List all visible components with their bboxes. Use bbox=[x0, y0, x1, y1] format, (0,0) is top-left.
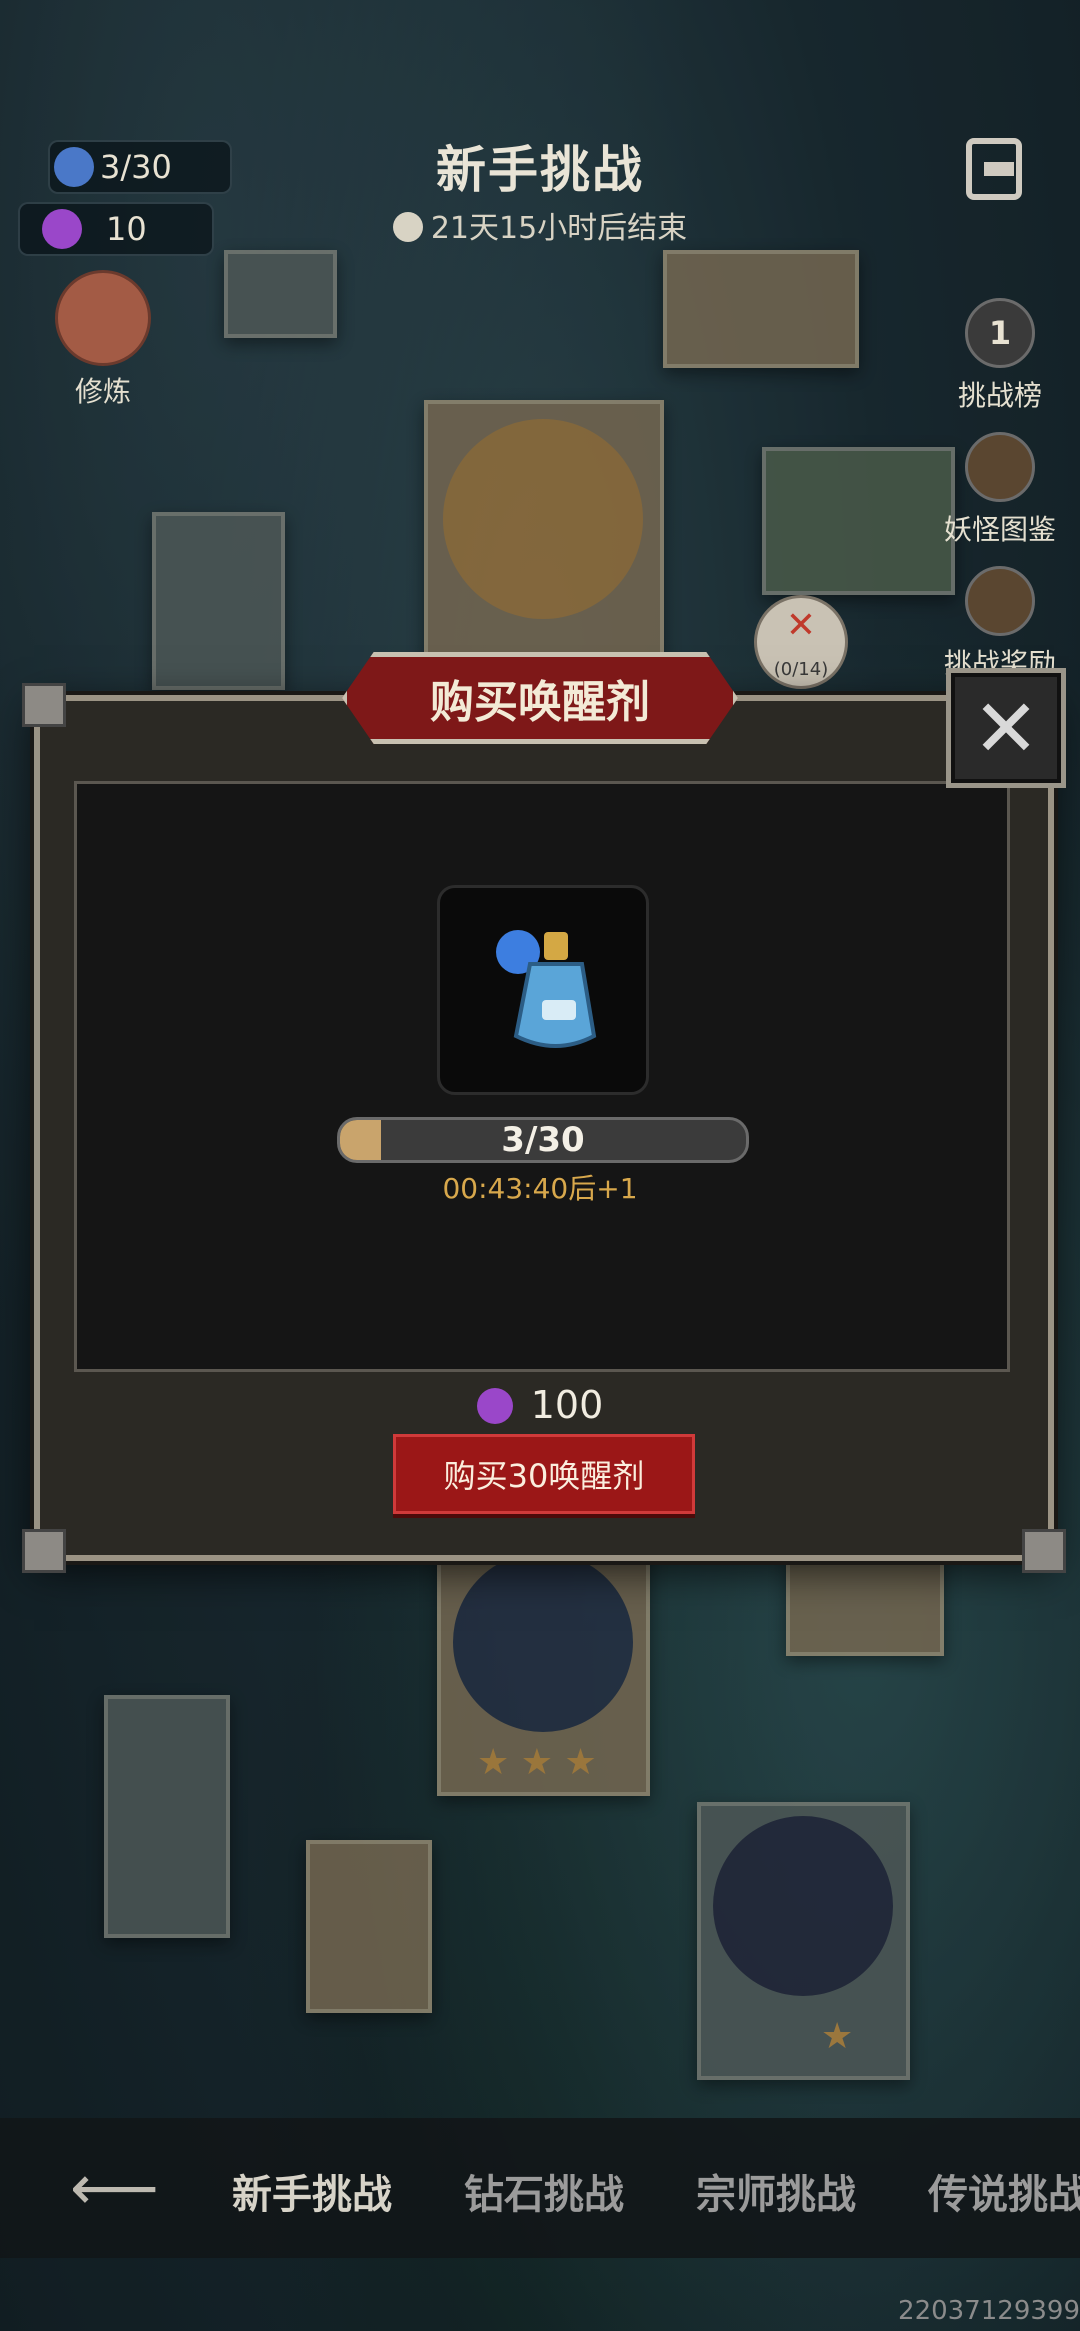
corner-ornament bbox=[22, 1529, 66, 1573]
tab-legend-challenge[interactable]: 传说挑战 bbox=[928, 2162, 1080, 2220]
rank-icon: 1 bbox=[965, 298, 1035, 368]
price-value: 100 bbox=[530, 1383, 604, 1427]
boar-avatar-icon bbox=[55, 270, 151, 366]
cultivate-button[interactable]: 修炼 bbox=[48, 270, 158, 410]
side-ranking-button[interactable]: 1 挑战榜 bbox=[925, 298, 1075, 414]
modal-title: 购买唤醒剂 bbox=[342, 652, 738, 744]
item-slot bbox=[437, 885, 649, 1095]
corner-ornament bbox=[1022, 1529, 1066, 1573]
tab-master-challenge[interactable]: 宗师挑战 bbox=[696, 2162, 856, 2220]
bottom-nav: ⟵ 新手挑战 钻石挑战 宗师挑战 传说挑战 bbox=[0, 2118, 1080, 2258]
close-icon: ✕ bbox=[972, 681, 1040, 775]
crossed-swords-icon: ✕ bbox=[785, 605, 817, 646]
back-arrow-icon[interactable]: ⟵ bbox=[70, 2157, 159, 2219]
exit-button[interactable] bbox=[966, 138, 1032, 208]
side-bestiary-button[interactable]: 妖怪图鉴 bbox=[925, 432, 1075, 548]
cultivate-label: 修炼 bbox=[74, 375, 131, 408]
clock-icon bbox=[392, 212, 423, 242]
battle-badge-text: (0/14) bbox=[773, 659, 829, 680]
awaken-potion-icon bbox=[496, 930, 597, 1048]
tab-novice-challenge[interactable]: 新手挑战 bbox=[232, 2162, 392, 2220]
battle-badge[interactable]: ✕ (0/14) bbox=[754, 595, 848, 689]
timer-text: 21天15小时后结束 bbox=[430, 211, 688, 246]
event-timer: 21天15小时后结束 bbox=[0, 203, 1080, 247]
watermark: 22037129399 bbox=[898, 2296, 1080, 2326]
exit-icon bbox=[966, 138, 1022, 200]
ranking-label: 挑战榜 bbox=[957, 379, 1042, 412]
buy-button[interactable]: 购买30唤醒剂 bbox=[393, 1434, 695, 1514]
candy-icon bbox=[476, 1388, 513, 1424]
gift-icon bbox=[965, 566, 1035, 636]
tab-diamond-challenge[interactable]: 钻石挑战 bbox=[464, 2162, 624, 2220]
progress-text: 3/30 bbox=[501, 1120, 585, 1160]
corner-ornament bbox=[22, 683, 66, 727]
side-rewards-button[interactable]: 挑战奖励 bbox=[925, 566, 1075, 682]
awaken-progress-bar: 3/30 bbox=[337, 1117, 749, 1163]
price: 100 bbox=[0, 1383, 1080, 1427]
tab-legend-label: 传说挑战 bbox=[928, 2172, 1080, 2218]
bestiary-label: 妖怪图鉴 bbox=[943, 513, 1056, 546]
refill-timer: 00:43:40后+1 bbox=[442, 1172, 638, 1205]
close-button[interactable]: ✕ bbox=[946, 668, 1066, 788]
modal-title-banner: 购买唤醒剂 bbox=[342, 652, 738, 744]
book-icon bbox=[965, 432, 1035, 502]
page-title: 新手挑战 bbox=[436, 141, 644, 199]
